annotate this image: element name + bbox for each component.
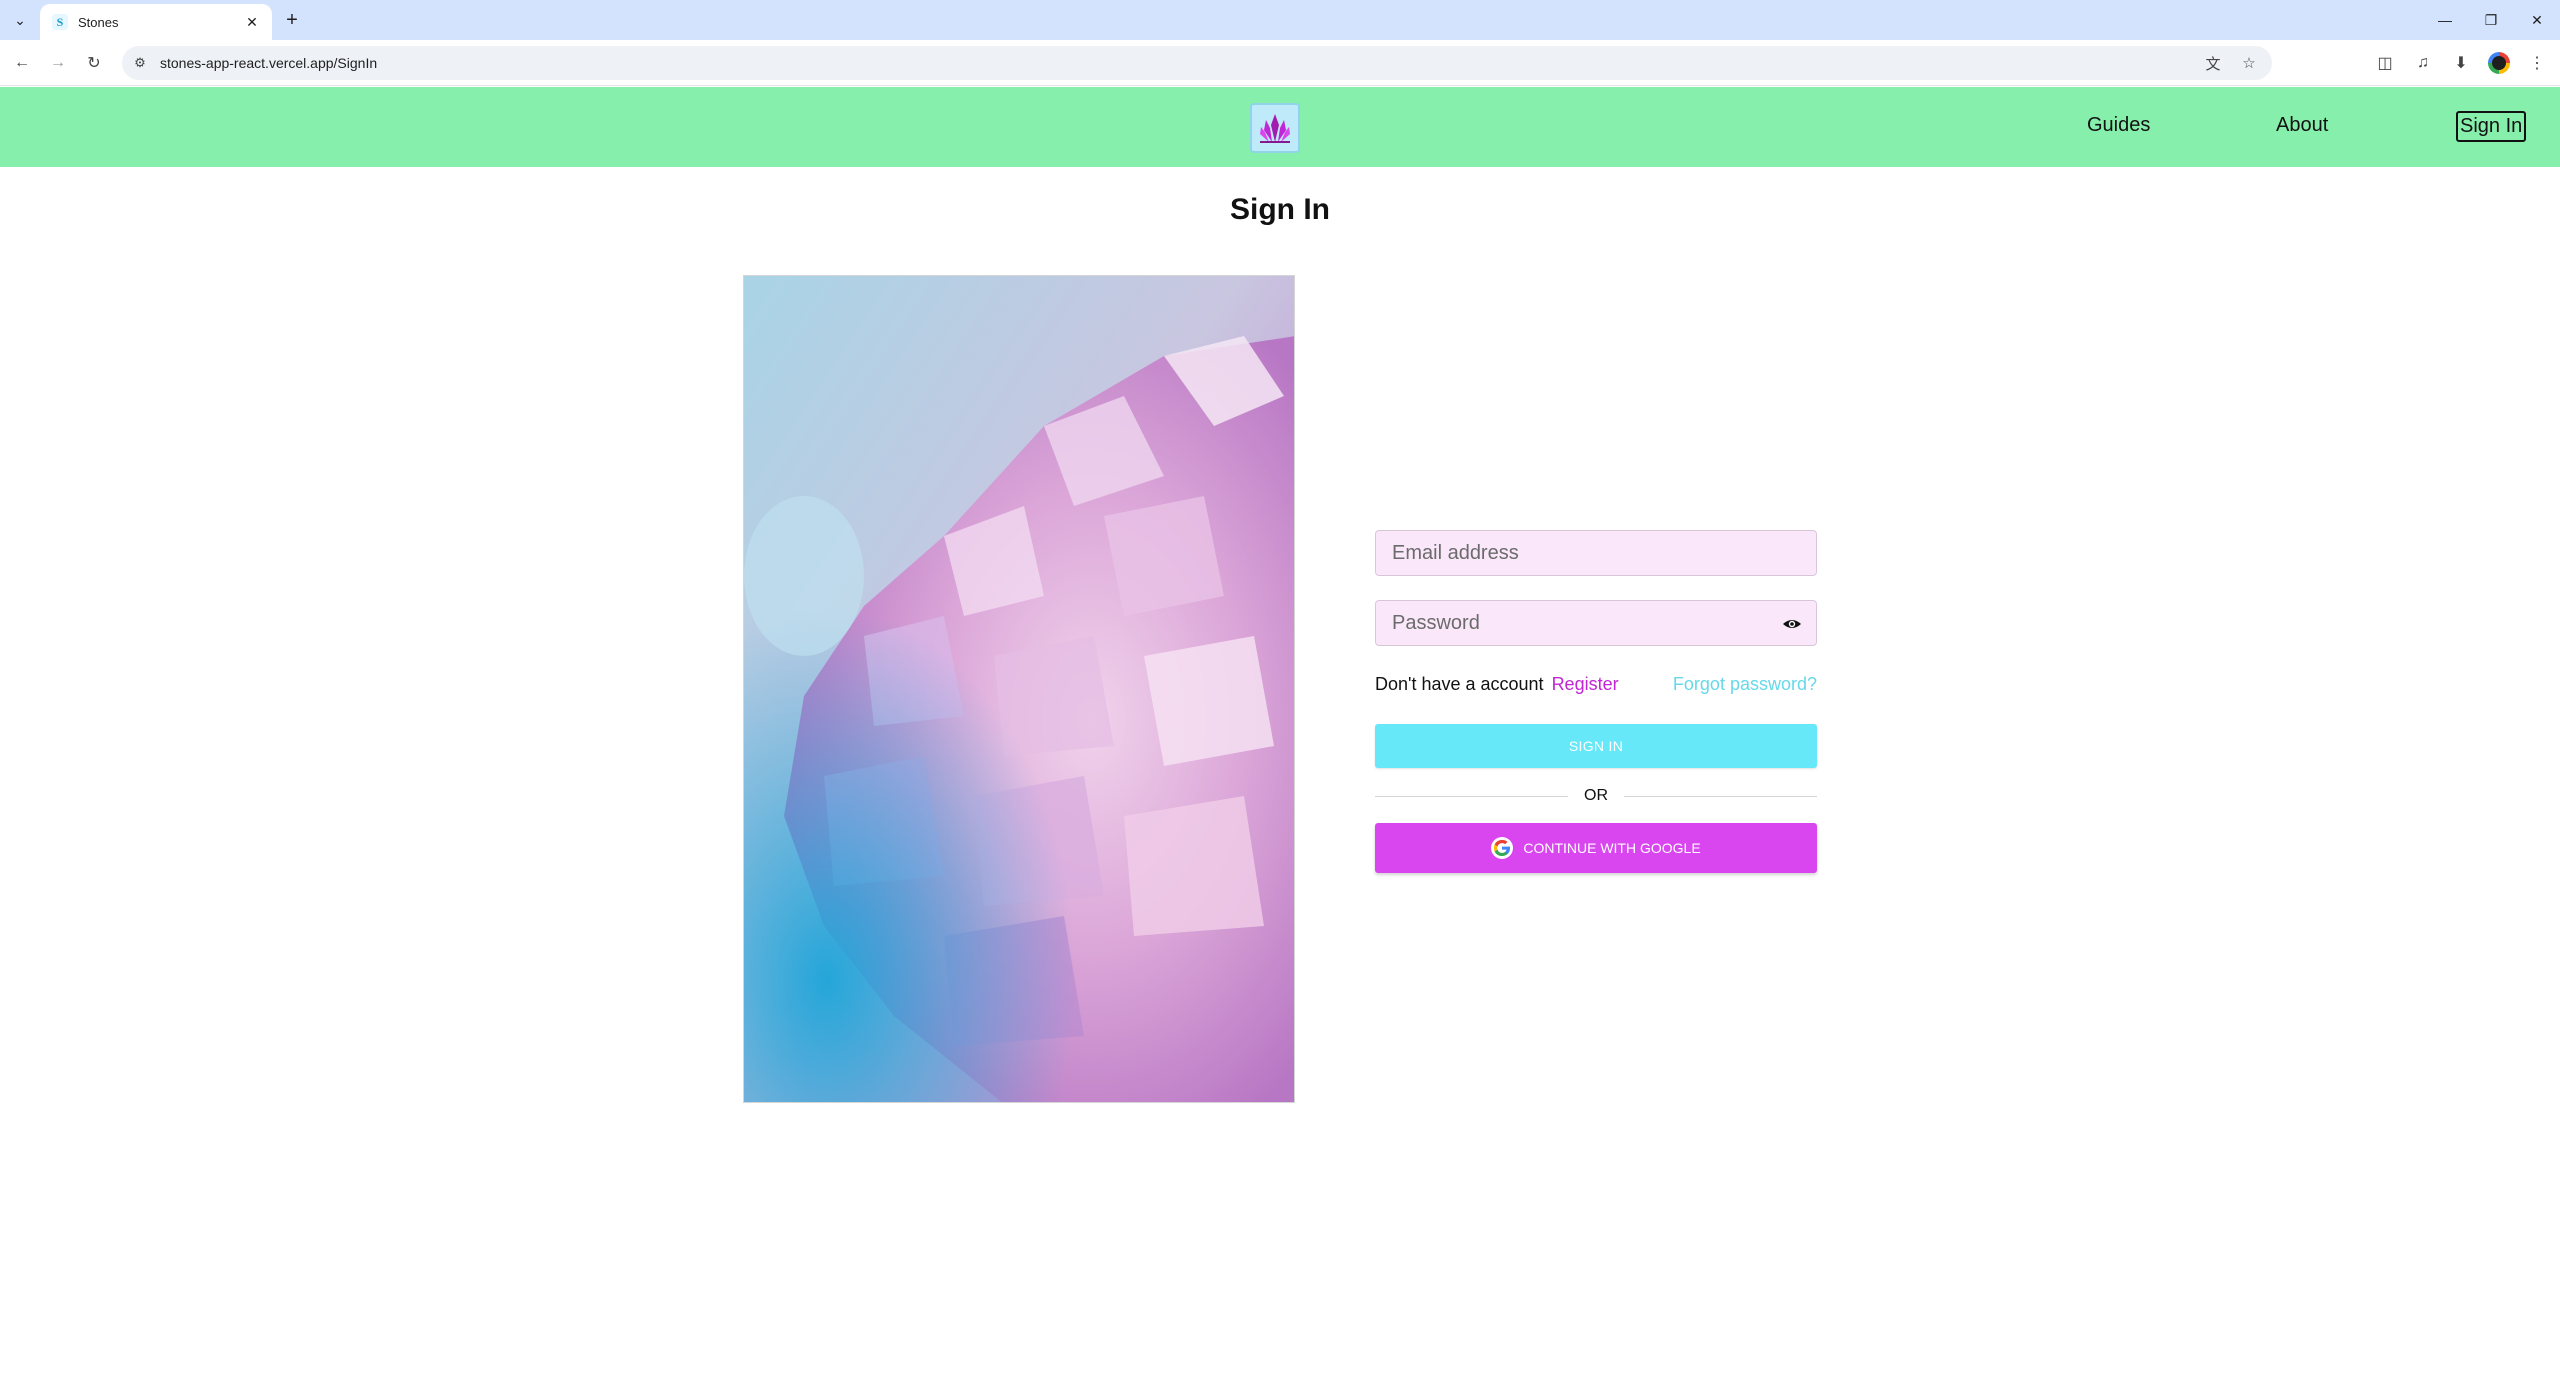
password-placeholder: Password <box>1392 611 1480 634</box>
url-text[interactable]: stones-app-react.vercel.app/SignIn <box>160 55 377 71</box>
forward-arrow-icon[interactable]: → <box>46 51 70 75</box>
nav-about-link[interactable]: About <box>2276 114 2328 137</box>
or-divider: OR <box>1375 786 1817 806</box>
nav-sign-in-link[interactable]: Sign In <box>2456 111 2527 142</box>
google-button-label: CONTINUE WITH GOOGLE <box>1523 840 1701 856</box>
divider-line-left <box>1375 795 1568 797</box>
minimize-icon[interactable]: — <box>2422 0 2468 40</box>
tab-search-chevron-icon[interactable]: ⌄ <box>8 8 32 32</box>
new-tab-plus-icon[interactable]: + <box>280 8 304 32</box>
page-title: Sign In <box>1230 193 1330 226</box>
show-password-eye-icon[interactable] <box>1782 614 1802 634</box>
register-link[interactable]: Register <box>1552 674 1619 695</box>
tab-title: Stones <box>78 14 119 30</box>
extensions-puzzle-icon[interactable]: ◫ <box>2370 48 2400 78</box>
downloads-icon[interactable]: ⬇ <box>2446 48 2476 78</box>
tab-close-icon[interactable]: ✕ <box>242 12 262 32</box>
sign-in-button[interactable]: SIGN IN <box>1375 724 1817 768</box>
forgot-password-link[interactable]: Forgot password? <box>1673 674 1817 695</box>
google-icon <box>1491 837 1514 859</box>
browser-tab-strip: ⌄ S Stones ✕ + — ❐ ✕ <box>0 0 2560 40</box>
email-placeholder: Email address <box>1392 541 1519 564</box>
media-controls-icon[interactable]: ♫ <box>2408 48 2438 78</box>
email-field[interactable]: Email address <box>1375 530 1817 576</box>
account-links-row: Don't have a account Register Forgot pas… <box>1375 672 1817 696</box>
continue-with-google-button[interactable]: CONTINUE WITH GOOGLE <box>1375 823 1817 873</box>
back-arrow-icon[interactable]: ← <box>10 51 34 75</box>
crystal-photo <box>743 275 1295 1103</box>
stones-favicon-icon: S <box>52 14 68 30</box>
sign-in-form: Email address Password Don't have a acco… <box>1375 530 1817 873</box>
no-account-text: Don't have a account <box>1375 673 1544 694</box>
window-close-icon[interactable]: ✕ <box>2514 0 2560 40</box>
site-info-tune-icon[interactable]: ⚙ <box>126 49 154 77</box>
password-field[interactable]: Password <box>1375 600 1817 646</box>
reload-icon[interactable]: ↻ <box>82 51 106 75</box>
divider-line-right <box>1624 795 1817 797</box>
browser-menu-kebab-icon[interactable]: ⋮ <box>2522 48 2552 78</box>
site-header: Guides About Sign In <box>0 87 2560 167</box>
bookmark-star-icon[interactable]: ☆ <box>2236 50 2262 76</box>
nav-guides-link[interactable]: Guides <box>2087 114 2150 137</box>
restore-icon[interactable]: ❐ <box>2468 0 2514 40</box>
or-text: OR <box>1584 787 1608 804</box>
address-bar[interactable]: ⚙ stones-app-react.vercel.app/SignIn 文 ☆ <box>122 46 2272 80</box>
profile-avatar-icon[interactable] <box>2484 48 2514 78</box>
browser-tab[interactable]: S Stones ✕ <box>40 4 272 40</box>
browser-toolbar: ← → ↻ ⚙ stones-app-react.vercel.app/Sign… <box>0 40 2560 86</box>
translate-icon[interactable]: 文 <box>2200 50 2226 76</box>
window-controls: — ❐ ✕ <box>2422 0 2560 40</box>
crystal-logo-icon[interactable] <box>1250 103 1300 153</box>
